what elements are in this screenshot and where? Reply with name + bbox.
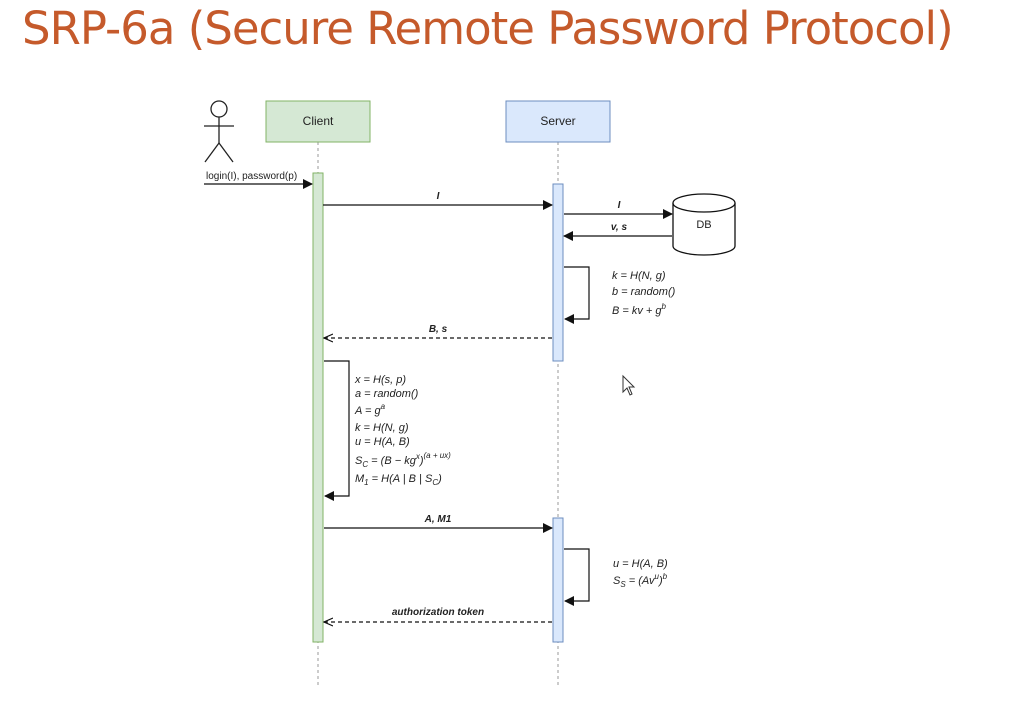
login-message-label: login(I), password(p) (206, 171, 297, 182)
stick-figure-icon (204, 100, 234, 163)
server-participant-box: Server (505, 100, 611, 143)
client-calc-line6: SC = (B − kgx)(a + ux) (355, 451, 451, 469)
client-calc-line5: u = H(A, B) (355, 436, 410, 448)
msg-client-to-server-AM1-label: A, M1 (424, 514, 452, 525)
server-calc-2-line1: u = H(A, B) (613, 558, 668, 570)
client-calc-line3: A = ga (354, 402, 386, 417)
server-activation-bar-2 (552, 517, 564, 643)
server-calc-2-text: u = H(A, B) SS = (Avu)b (613, 558, 668, 589)
msg-auth-token-label: authorization token (392, 607, 484, 618)
msg-server-to-client-Bs-label: B, s (429, 324, 448, 335)
mouse-cursor-icon (622, 374, 636, 396)
server-self-call-2-arrow (564, 548, 590, 606)
client-calc-line4: k = H(N, g) (355, 422, 409, 434)
server-calc-2-line2: SS = (Avu)b (613, 572, 668, 589)
client-label: Client (303, 114, 334, 128)
client-participant-box: Client (265, 100, 371, 143)
sequence-diagram: Client Server DB login(I), password(p) I… (204, 100, 736, 685)
client-calc-line7: M1 = H(A | B | SC) (355, 473, 442, 487)
server-calc-1-line2: b = random() (612, 286, 676, 298)
client-activation-bar (312, 172, 324, 643)
server-self-call-1-arrow (564, 266, 590, 324)
client-calc-line2: a = random() (355, 388, 419, 400)
client-self-call-arrow (324, 360, 350, 501)
client-calc-line1: x = H(s, p) (354, 374, 406, 386)
server-calc-1-line1: k = H(N, g) (612, 270, 666, 282)
server-calc-1-text: k = H(N, g) b = random() B = kv + gb (612, 270, 676, 317)
msg-client-to-server-I-label: I (437, 191, 440, 202)
msg-db-to-server-label: v, s (611, 222, 628, 233)
database-cylinder: DB (672, 193, 736, 256)
server-calc-1-line3: B = kv + gb (612, 302, 667, 317)
server-activation-bar-1 (552, 183, 564, 362)
msg-server-to-db-label: I (618, 200, 621, 211)
db-label: DB (696, 219, 711, 231)
server-label: Server (540, 114, 575, 128)
client-calc-text: x = H(s, p) a = random() A = ga k = H(N,… (354, 374, 451, 487)
